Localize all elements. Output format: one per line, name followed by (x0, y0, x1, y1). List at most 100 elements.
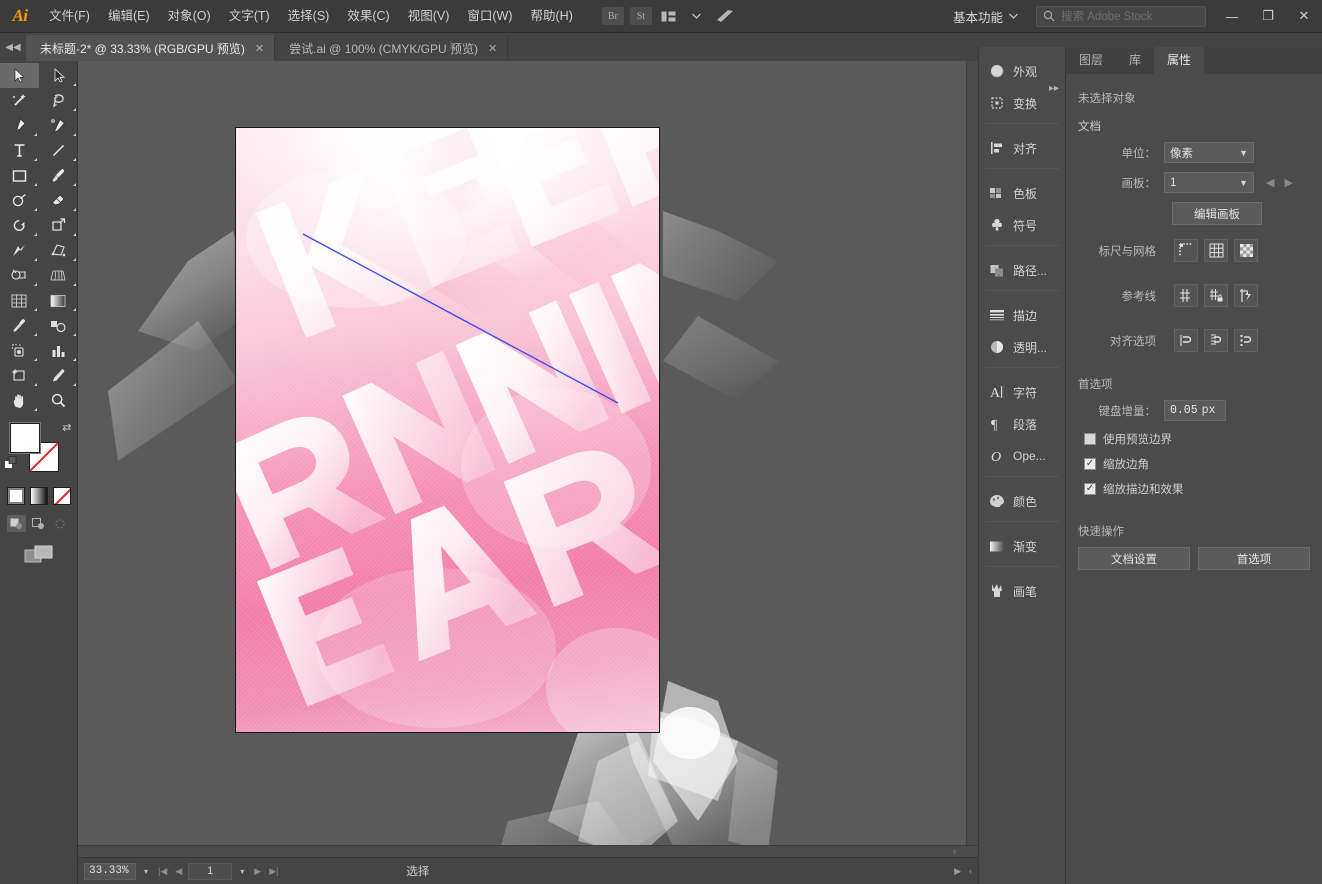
gradient-swatch-mode[interactable] (29, 487, 48, 505)
close-button[interactable]: ✕ (1286, 0, 1322, 33)
shaper-tool[interactable] (0, 188, 39, 213)
lasso-tool[interactable] (39, 88, 78, 113)
screen-mode-toggle[interactable] (24, 544, 54, 569)
scale-tool[interactable] (39, 213, 78, 238)
workspace-switcher[interactable]: 基本功能 (943, 5, 1028, 27)
tab-layers[interactable]: 图层 (1066, 47, 1116, 74)
selected-blue-path[interactable] (236, 128, 660, 733)
use-preview-bounds-row[interactable]: ✓ 使用预览边界 (1078, 431, 1310, 447)
keyboard-increment-input[interactable]: 0.05 px (1164, 400, 1226, 421)
scale-strokes-effects-checkbox[interactable]: ✓ (1084, 483, 1096, 495)
scale-corners-checkbox[interactable]: ✓ (1084, 458, 1096, 470)
snap-to-point-icon[interactable] (1174, 329, 1198, 352)
perspective-grid-tool[interactable] (39, 263, 78, 288)
status-play-icon[interactable]: ▶ (954, 866, 961, 877)
stock-icon[interactable]: St (629, 7, 652, 25)
artboard-1[interactable] (235, 127, 660, 733)
artboard-next-icon[interactable]: ▶ (1284, 176, 1292, 189)
hand-tool[interactable] (0, 388, 39, 413)
use-preview-bounds-checkbox[interactable]: ✓ (1084, 433, 1096, 445)
dock-opentype[interactable]: O Ope... (979, 440, 1065, 472)
menu-view[interactable]: 视图(V) (399, 0, 459, 33)
stock-search-box[interactable]: 搜索 Adobe Stock (1036, 5, 1206, 27)
scale-strokes-effects-row[interactable]: ✓ 缩放描边和效果 (1078, 481, 1310, 497)
rectangle-tool[interactable] (0, 163, 39, 188)
shape-builder-tool[interactable] (0, 263, 39, 288)
scale-corners-row[interactable]: ✓ 缩放边角 (1078, 456, 1310, 472)
snap-to-pixel-icon[interactable] (1234, 329, 1258, 352)
draw-inside-mode[interactable] (51, 515, 70, 532)
dock-color[interactable]: 颜色 (979, 485, 1065, 517)
tab-libraries[interactable]: 库 (1116, 47, 1154, 74)
menu-object[interactable]: 对象(O) (159, 0, 220, 33)
smart-guides-icon[interactable] (1234, 284, 1258, 307)
artboard-tool[interactable] (0, 363, 39, 388)
bridge-icon[interactable]: Br (601, 7, 624, 25)
paintbrush-tool[interactable] (39, 163, 78, 188)
column-graph-tool[interactable] (39, 338, 78, 363)
dock-pathfinder[interactable]: 路径... (979, 254, 1065, 286)
dock-character[interactable]: A 字符 (979, 376, 1065, 408)
show-guides-icon[interactable] (1174, 284, 1198, 307)
curvature-tool[interactable] (39, 113, 78, 138)
symbol-sprayer-tool[interactable] (0, 338, 39, 363)
document-setup-button[interactable]: 文档设置 (1078, 547, 1190, 570)
last-artboard-icon[interactable]: ▶| (267, 866, 280, 877)
fill-swatch[interactable] (9, 423, 40, 453)
color-swatch-mode[interactable] (6, 487, 25, 505)
draw-normal-mode[interactable] (7, 515, 26, 532)
dock-align[interactable]: 对齐 (979, 132, 1065, 164)
minimize-button[interactable]: — (1214, 0, 1250, 33)
selection-tool[interactable] (0, 63, 39, 88)
dock-gradient[interactable]: 渐变 (979, 530, 1065, 562)
show-rulers-icon[interactable] (1174, 239, 1198, 262)
dock-symbols[interactable]: 符号 (979, 209, 1065, 241)
snap-to-grid-icon[interactable] (1204, 329, 1228, 352)
artboard-number-input[interactable]: 1 (188, 862, 233, 880)
dock-stroke[interactable]: 描边 (979, 299, 1065, 331)
maximize-button[interactable]: ❐ (1250, 0, 1286, 33)
slice-tool[interactable] (39, 363, 78, 388)
artboard-prev-icon[interactable]: ◀ (1266, 176, 1274, 189)
zoom-tool[interactable] (39, 388, 78, 413)
menu-help[interactable]: 帮助(H) (522, 0, 582, 33)
preferences-button[interactable]: 首选项 (1198, 547, 1310, 570)
units-select[interactable]: 像素 ▼ (1164, 142, 1254, 163)
swap-fill-stroke-icon[interactable]: ⇄ (62, 421, 71, 434)
first-artboard-icon[interactable]: |◀ (156, 866, 169, 877)
line-segment-tool[interactable] (39, 138, 78, 163)
type-tool[interactable] (0, 138, 39, 163)
dock-brushes[interactable]: 画笔 (979, 575, 1065, 607)
scroll-right-arrow-icon[interactable]: › (953, 846, 956, 856)
document-tab-2[interactable]: 尝试.ai @ 100% (CMYK/GPU 预览) ✕ (275, 35, 509, 61)
collapse-panels-icon[interactable]: ◀◀ (0, 33, 26, 61)
gradient-tool[interactable] (39, 288, 78, 313)
document-tab-1[interactable]: 未标题-2* @ 33.33% (RGB/GPU 预览) ✕ (26, 35, 276, 61)
document-tab-2-close-icon[interactable]: ✕ (488, 42, 497, 55)
eraser-tool[interactable] (39, 188, 78, 213)
status-menu-chevron-icon[interactable]: ‹ (969, 866, 972, 877)
dock-transparency[interactable]: 透明... (979, 331, 1065, 363)
arrange-documents-icon[interactable] (658, 7, 680, 25)
pen-tool[interactable] (0, 113, 39, 138)
edit-artboards-button[interactable]: 编辑画板 (1172, 202, 1262, 225)
direct-selection-tool[interactable] (39, 63, 78, 88)
menu-edit[interactable]: 编辑(E) (99, 0, 159, 33)
free-transform-tool[interactable] (39, 238, 78, 263)
canvas-area[interactable]: ⌄ › (78, 61, 978, 857)
zoom-level-input[interactable]: 33.33% (84, 862, 136, 880)
tab-properties[interactable]: 属性 (1154, 47, 1205, 74)
zoom-preset-chevron-icon[interactable]: ▾ (140, 867, 152, 876)
show-grid-icon[interactable] (1204, 239, 1228, 262)
dock-collapse-icon[interactable]: ▸▸ (1049, 83, 1059, 94)
canvas-horizontal-scrollbar[interactable]: › (78, 845, 978, 857)
next-artboard-icon[interactable]: ▶ (252, 866, 263, 877)
none-swatch-mode[interactable] (52, 487, 71, 505)
dock-paragraph[interactable]: ¶ 段落 (979, 408, 1065, 440)
document-tab-1-close-icon[interactable]: ✕ (255, 42, 264, 55)
artboard-select[interactable]: 1 ▼ (1164, 172, 1254, 193)
arrange-chevron-down-icon[interactable] (686, 7, 708, 25)
lock-guides-icon[interactable] (1204, 284, 1228, 307)
menu-file[interactable]: 文件(F) (40, 0, 99, 33)
dock-swatches[interactable]: 色板 (979, 177, 1065, 209)
